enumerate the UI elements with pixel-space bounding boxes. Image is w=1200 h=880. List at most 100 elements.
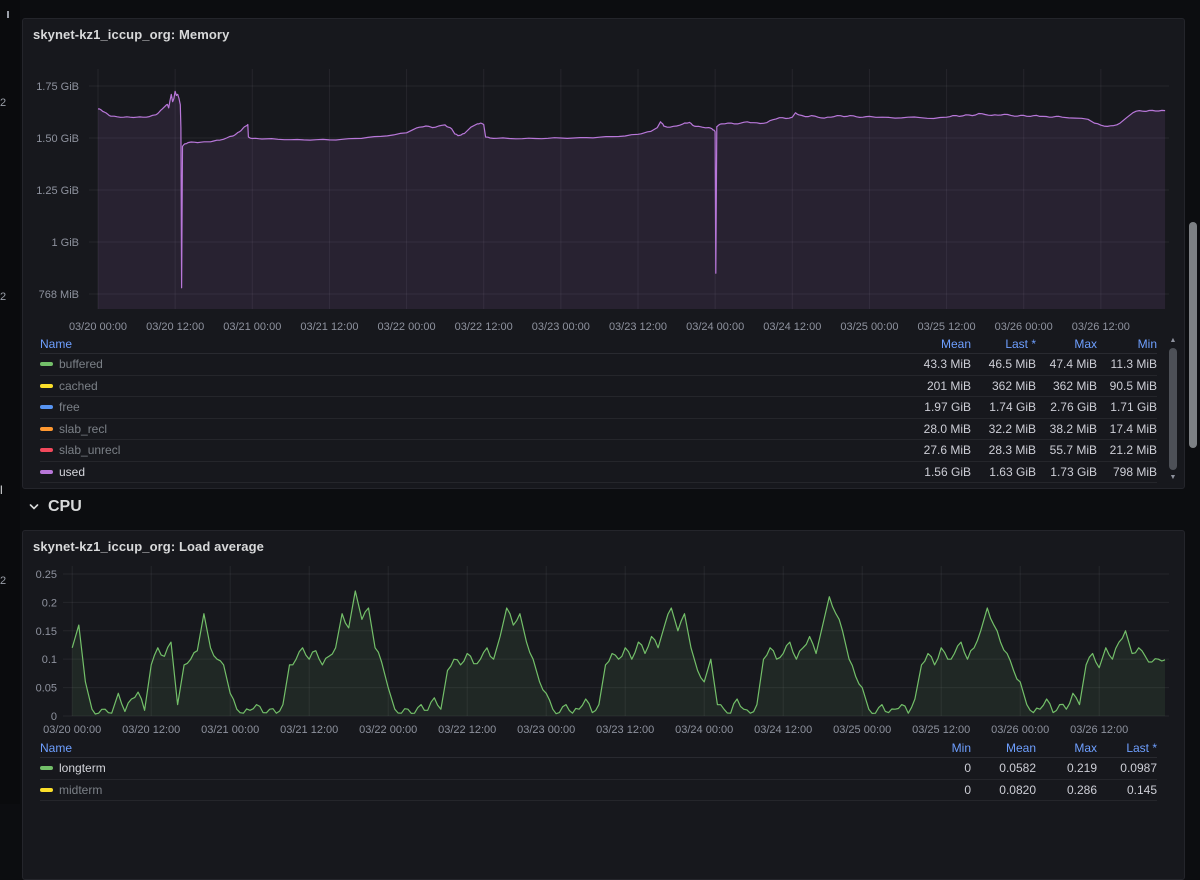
legend-column-mean[interactable]: Mean [971,741,1036,755]
series-color-swatch [40,362,53,367]
legend-column-name[interactable]: Name [40,741,881,755]
legend-row-longterm[interactable]: longterm 0 0.0582 0.219 0.0987 [40,758,1157,780]
clipped-fragment [7,11,9,18]
x-tick-label: 03/24 12:00 [763,321,821,333]
legend-row-slab_recl[interactable]: slab_recl 28.0 MiB 32.2 MiB 38.2 MiB 17.4 Mi… [40,419,1157,440]
legend-scrollbar[interactable]: ▲ ▼ [1168,336,1178,482]
legend-stat-value: 1.63 GiB [989,464,1036,479]
y-tick-label: 0.2 [42,597,57,609]
series-name: longterm [59,761,106,776]
x-tick-label: 03/20 00:00 [69,321,127,333]
x-tick-label: 03/22 00:00 [359,724,417,736]
x-tick-label: 03/26 12:00 [1072,321,1130,333]
series-color-swatch [40,426,53,431]
row-header-cpu[interactable]: CPU [28,498,82,516]
legend-row-slab_unrecl[interactable]: slab_unrecl 27.6 MiB 28.3 MiB 55.7 MiB 21.2 … [40,440,1157,462]
series-name: slab_recl [59,421,108,436]
legend-stat-value: 0.286 [1066,782,1097,797]
legend-stat-value: 201 MiB [926,378,971,393]
legend-stat-value: 0.145 [1126,782,1157,797]
clipped-fragment: 2 [0,575,7,587]
legend-stat-value: 0.0582 [999,761,1036,776]
legend-column-last[interactable]: Last * [971,337,1036,351]
legend-column-last[interactable]: Last * [1097,741,1157,755]
legend-stat-value: 21.2 MiB [1109,443,1157,458]
left-gutter: 2 2 l 2 [0,0,20,804]
legend-stat-value: 1.97 GiB [924,400,971,415]
series-name: free [59,400,80,415]
legend-column-min[interactable]: Min [1097,337,1157,351]
legend-column-max[interactable]: Max [1036,741,1097,755]
legend-stat-value: 362 MiB [991,378,1036,393]
y-tick-label: 0.05 [36,683,57,695]
row-header-cpu-label: CPU [48,498,82,515]
x-tick-label: 03/21 12:00 [280,724,338,736]
x-tick-label: 03/22 12:00 [438,724,496,736]
y-tick-label: 0 [51,711,57,723]
y-tick-label: 1.50 GiB [36,133,79,145]
legend-column-min[interactable]: Min [881,741,971,755]
legend-stat-value: 28.3 MiB [988,443,1036,458]
series-name: used [59,464,86,479]
legend-stat-value: 2.76 GiB [1050,400,1097,415]
legend-row-used[interactable]: used 1.56 GiB 1.63 GiB 1.73 GiB 798 MiB [40,462,1157,483]
y-tick-label: 0.1 [42,654,57,666]
series-color-swatch [40,405,53,410]
y-tick-label: 768 MiB [39,289,79,301]
series-name: slab_unrecl [59,443,121,458]
legend-row-buffered[interactable]: buffered 43.3 MiB 46.5 MiB 47.4 MiB 11.3 MiB [40,354,1157,376]
legend-stat-value: 1.74 GiB [989,400,1036,415]
legend-stat-value: 17.4 MiB [1109,421,1157,436]
panel-title-load-average[interactable]: skynet-kz1_iccup_org: Load average [33,539,264,554]
x-tick-label: 03/25 12:00 [918,321,976,333]
legend-stat-value: 0 [964,782,971,797]
legend-column-name[interactable]: Name [40,337,881,351]
legend-column-mean[interactable]: Mean [881,337,971,351]
series-color-swatch [40,469,53,474]
legend-scrollbar-thumb[interactable] [1169,348,1177,470]
legend-stat-value: 0.219 [1066,761,1097,776]
y-tick-label: 0.25 [36,569,57,581]
series-color-swatch [40,787,53,792]
x-tick-label: 03/23 00:00 [532,321,590,333]
x-tick-label: 03/23 12:00 [596,724,654,736]
panel-title-memory[interactable]: skynet-kz1_iccup_org: Memory [33,27,229,42]
page-scrollbar-thumb[interactable] [1189,222,1197,448]
x-tick-label: 03/21 00:00 [201,724,259,736]
series-name: cached [59,378,98,393]
x-tick-label: 03/26 00:00 [991,724,1049,736]
legend-stat-value: 362 MiB [1052,378,1097,393]
legend-row-midterm[interactable]: midterm 0 0.0820 0.286 0.145 [40,780,1157,801]
series-name: midterm [59,782,103,797]
legend-column-max[interactable]: Max [1036,337,1097,351]
legend-stat-value: 11.3 MiB [1110,357,1157,372]
x-tick-label: 03/24 00:00 [686,321,744,333]
scroll-up-icon[interactable]: ▲ [1170,336,1177,345]
x-tick-label: 03/26 12:00 [1070,724,1128,736]
x-tick-label: 03/20 00:00 [43,724,101,736]
x-tick-label: 03/24 00:00 [675,724,733,736]
load-average-legend-table: Name Min Mean Max Last * longterm 0 0.0582 0.219… [23,738,1184,801]
y-tick-label: 1 GiB [51,237,79,249]
legend-row-cached[interactable]: cached 201 MiB 362 MiB 362 MiB 90.5 MiB [40,376,1157,397]
legend-stat-value: 0 [964,761,971,776]
load-average-time-series-chart[interactable]: 03/20 00:00 03/20 12:00 03/21 00:00 03/21 1… [23,559,1186,749]
legend-stat-value: 46.5 MiB [988,357,1036,372]
chevron-down-icon [29,504,39,510]
legend-stat-value: 1.73 GiB [1050,464,1097,479]
scroll-down-icon[interactable]: ▼ [1170,473,1177,482]
x-tick-label: 03/26 00:00 [995,321,1053,333]
legend-stat-value: 90.5 MiB [1109,378,1157,393]
x-tick-label: 03/23 00:00 [517,724,575,736]
legend-stat-value: 0.0987 [1120,761,1157,776]
legend-row-free[interactable]: free 1.97 GiB 1.74 GiB 2.76 GiB 1.71 GiB [40,397,1157,419]
x-tick-label: 03/24 12:00 [754,724,812,736]
x-tick-label: 03/25 12:00 [912,724,970,736]
y-tick-label: 1.25 GiB [36,185,79,197]
legend-stat-value: 0.0820 [999,782,1036,797]
legend-stat-value: 47.4 MiB [1049,357,1097,372]
memory-time-series-chart[interactable]: 03/20 00:00 03/20 12:00 03/21 00:00 03/21 1… [23,49,1186,341]
x-tick-label: 03/20 12:00 [146,321,204,333]
clipped-fragment: 2 [0,291,7,303]
x-tick-label: 03/25 00:00 [833,724,891,736]
